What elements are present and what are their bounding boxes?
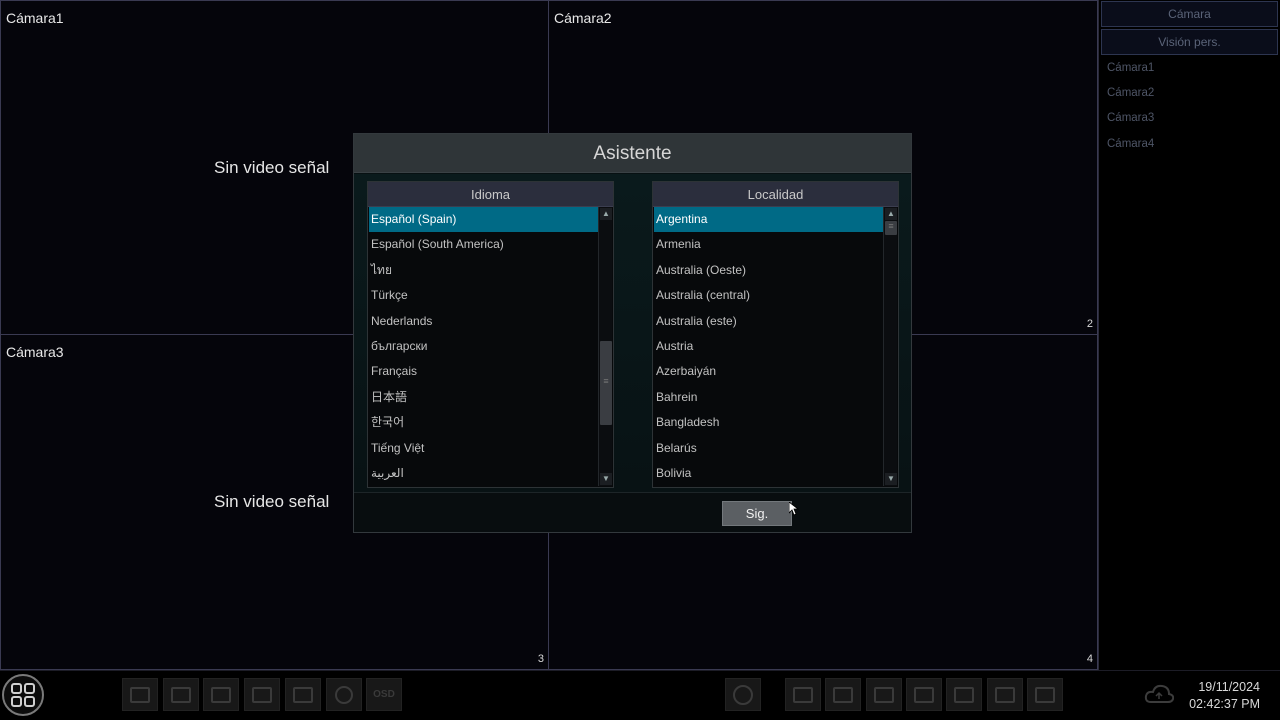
- cycle-icon: [335, 685, 353, 704]
- list-item[interactable]: Azerbaiyán: [654, 359, 883, 384]
- storage-icon: [954, 686, 974, 703]
- scroll-down-arrow-icon[interactable]: ▼: [600, 473, 612, 485]
- list-item[interactable]: Bangladesh: [654, 410, 883, 435]
- time-text: 02:42:37 PM: [1189, 697, 1260, 711]
- list-item[interactable]: Bolivia: [654, 461, 883, 486]
- camera-number: 4: [1086, 653, 1093, 665]
- layout-4-button[interactable]: [203, 678, 239, 711]
- locality-header: Localidad: [653, 182, 898, 207]
- snapshot-icon: [833, 686, 853, 703]
- single-view-icon: [171, 686, 191, 703]
- network-button[interactable]: [1027, 678, 1063, 711]
- list-item[interactable]: Belarús: [654, 436, 883, 461]
- list-item[interactable]: ไทย: [369, 258, 598, 283]
- camera-label: Cámara3: [6, 344, 64, 360]
- list-item[interactable]: Tiếng Việt: [369, 436, 598, 461]
- playback-button[interactable]: [725, 678, 761, 711]
- locality-listbox[interactable]: Localidad Argentina Armenia Australia (Oes…: [652, 181, 899, 488]
- list-item[interactable]: Australia (Oeste): [654, 258, 883, 283]
- locality-scrollbar[interactable]: ▲ ▼: [883, 207, 897, 486]
- camera-label: Cámara2: [554, 10, 612, 26]
- camera-icon: [874, 686, 894, 703]
- cloud-icon[interactable]: [1144, 682, 1174, 706]
- right-panel: Cámara Visión pers. Cámara1 Cámara2 Cáma…: [1098, 0, 1280, 670]
- list-item[interactable]: Australia (central): [654, 283, 883, 308]
- list-item[interactable]: العربية: [369, 461, 598, 486]
- layout-1-button[interactable]: [163, 678, 199, 711]
- dialog-footer: Sig.: [354, 492, 911, 532]
- no-signal-text: Sin video señal: [214, 158, 330, 177]
- osd-button[interactable]: OSD: [366, 678, 402, 711]
- fullscreen-button[interactable]: [122, 678, 158, 711]
- camera-list-item[interactable]: Cámara3: [1107, 112, 1154, 124]
- list-item[interactable]: Français: [369, 359, 598, 384]
- scroll-up-arrow-icon[interactable]: ▲: [600, 208, 612, 220]
- list-item[interactable]: Australia (este): [654, 309, 883, 334]
- datetime: 19/11/2024 02:42:37 PM: [1189, 679, 1260, 713]
- list-item[interactable]: български: [369, 334, 598, 359]
- dialog-body: Idioma Español (Spain) Español (South Ame…: [354, 174, 911, 492]
- language-scrollbar[interactable]: ▲ ▼: [598, 207, 612, 486]
- wizard-dialog: Asistente Idioma Español (Spain) Español …: [353, 133, 912, 533]
- list-item[interactable]: Argentina: [654, 207, 883, 233]
- next-button[interactable]: Sig.: [722, 501, 792, 526]
- tab-custom-view[interactable]: Visión pers.: [1101, 29, 1278, 55]
- layout-9-button[interactable]: [244, 678, 280, 711]
- camera-record-icon: [793, 686, 813, 703]
- layout-more-button[interactable]: [285, 678, 321, 711]
- ptz-button[interactable]: [866, 678, 902, 711]
- play-icon: [733, 684, 753, 705]
- sequence-button[interactable]: [326, 678, 362, 711]
- scroll-down-arrow-icon[interactable]: ▼: [885, 473, 897, 485]
- date-text: 19/11/2024: [1198, 680, 1260, 694]
- network-icon: [1035, 686, 1055, 703]
- fullscreen-icon: [130, 686, 150, 703]
- camera-list-item[interactable]: Cámara4: [1107, 138, 1154, 150]
- list-item[interactable]: Armenia: [654, 232, 883, 257]
- record-button[interactable]: [785, 678, 821, 711]
- quad-view-icon: [211, 686, 231, 703]
- list-item[interactable]: Español (Spain): [369, 207, 598, 233]
- list-item[interactable]: Türkçe: [369, 283, 598, 308]
- dialog-title: Asistente: [354, 134, 911, 173]
- language-listbox[interactable]: Idioma Español (Spain) Español (South Ame…: [367, 181, 614, 488]
- bottom-toolbar: OSD 19/11/2024 02:42:37 PM: [0, 670, 1280, 720]
- list-item[interactable]: Español (South America): [369, 232, 598, 257]
- no-signal-text: Sin video señal: [214, 492, 330, 511]
- locality-list: Argentina Armenia Australia (Oeste) Austral…: [654, 207, 883, 486]
- monitor-icon: [995, 686, 1015, 703]
- camera-list-item[interactable]: Cámara2: [1107, 87, 1154, 99]
- list-item[interactable]: Nederlands: [369, 309, 598, 334]
- mouse-cursor-icon: [789, 502, 799, 516]
- camera-number: 2: [1086, 318, 1093, 330]
- snapshot-button[interactable]: [825, 678, 861, 711]
- scroll-thumb[interactable]: [885, 221, 897, 235]
- language-list: Español (Spain) Español (South America) ไท…: [369, 207, 598, 486]
- list-item[interactable]: Austria: [654, 334, 883, 359]
- grid-menu-icon[interactable]: [2, 674, 44, 716]
- list-item[interactable]: 한국어: [369, 410, 598, 435]
- display-button[interactable]: [987, 678, 1023, 711]
- disk-button[interactable]: [906, 678, 942, 711]
- nine-view-icon: [252, 686, 272, 703]
- disk-icon: [914, 686, 934, 703]
- scroll-thumb[interactable]: [600, 341, 612, 426]
- chevron-up-icon: [293, 686, 313, 703]
- scroll-up-arrow-icon[interactable]: ▲: [885, 208, 897, 220]
- osd-label: OSD: [373, 689, 395, 700]
- storage-button[interactable]: [946, 678, 982, 711]
- camera-label: Cámara1: [6, 10, 64, 26]
- tab-camera[interactable]: Cámara: [1101, 1, 1278, 27]
- language-header: Idioma: [368, 182, 613, 207]
- camera-list-item[interactable]: Cámara1: [1107, 62, 1154, 74]
- list-item[interactable]: Bahrein: [654, 385, 883, 410]
- list-item[interactable]: 日本語: [369, 385, 598, 410]
- camera-number: 3: [537, 653, 544, 665]
